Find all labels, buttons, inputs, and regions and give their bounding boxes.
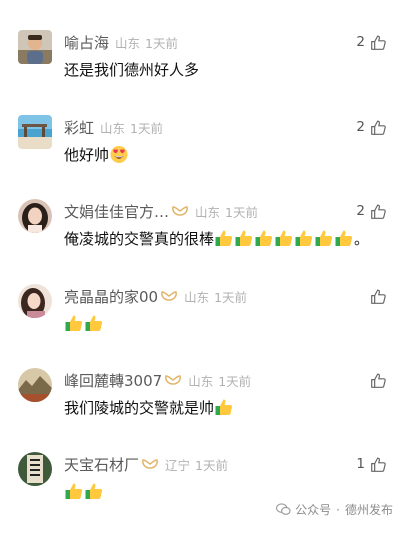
heart-eyes-emoji-icon (110, 146, 128, 163)
comment-tail: 。 (354, 229, 370, 248)
user-avatar[interactable] (18, 115, 52, 149)
region: 山东 (100, 120, 126, 136)
watermark-label: 公众号 (295, 503, 332, 517)
thumbs-up-emoji-icon (65, 483, 83, 499)
timestamp: 1天前 (218, 373, 252, 389)
fan-badge-icon (141, 458, 159, 470)
comment-text: 我们陵城的交警就是帅 (64, 395, 234, 419)
timestamp: 1天前 (130, 120, 163, 136)
comment-item: 喻占海 山东 1天前 还是我们德州好人多 2 (0, 30, 407, 114)
comment-text: 俺凌城的交警真的很棒 。 (64, 226, 369, 250)
thumbs-up-emoji-icon (215, 399, 233, 415)
comment-body: 还是我们德州好人多 (64, 60, 200, 79)
comment-body: 他好帅 (64, 145, 110, 164)
region: 山东 (195, 204, 221, 220)
comment-text (64, 311, 104, 335)
thumbs-up-icon (371, 457, 386, 472)
nickname[interactable]: 峰回麓轉3007 (64, 370, 162, 391)
comment-item: 峰回麓轉3007 山东 1天前 我们陵城的交警就是帅 (0, 368, 407, 452)
region: 辽宁 (165, 457, 191, 473)
fan-badge-icon (160, 290, 178, 302)
thumbs-up-emoji-icon (315, 230, 333, 246)
thumbs-up-emoji-icon (255, 230, 273, 246)
like-button[interactable] (370, 287, 387, 305)
thumbs-up-emoji-icon (295, 230, 313, 246)
region: 山东 (188, 373, 214, 389)
comment-item: 文娟佳佳官方… 山东 1天前 俺凌城的交警真的很棒 。 2 (0, 199, 407, 283)
like-button[interactable]: 1 (356, 455, 387, 473)
nickname[interactable]: 喻占海 (64, 32, 109, 53)
fan-badge-icon (171, 205, 189, 217)
like-count: 2 (356, 203, 365, 219)
nickname[interactable]: 彩虹 (64, 117, 94, 138)
thumbs-up-icon (371, 373, 386, 388)
comment-item: 天宝石材厂 辽宁 1天前 1 (0, 452, 407, 536)
comment-body: 俺凌城的交警真的很棒 (64, 229, 215, 248)
wechat-icon (276, 503, 291, 515)
user-avatar[interactable] (18, 368, 52, 402)
thumbs-up-emoji-icon (275, 230, 293, 246)
timestamp: 1天前 (214, 289, 248, 305)
like-button[interactable]: 2 (356, 202, 387, 220)
official-account-watermark: 公众号 · 德州发布 (276, 501, 393, 518)
thumbs-up-emoji-icon (235, 230, 253, 246)
thumbs-up-icon (371, 289, 386, 304)
user-avatar[interactable] (18, 452, 52, 486)
emoji-group (64, 313, 104, 333)
nickname[interactable]: 天宝石材厂 (64, 454, 139, 475)
thumbs-up-emoji-icon (215, 230, 233, 246)
like-count: 2 (356, 34, 365, 50)
emoji-group (214, 228, 354, 248)
user-avatar[interactable] (18, 199, 52, 233)
like-button[interactable]: 2 (356, 33, 387, 51)
comment-text: 他好帅 (64, 142, 129, 166)
like-count: 1 (356, 456, 365, 472)
comment-item: 亮晶晶的家00 山东 1天前 (0, 284, 407, 368)
like-button[interactable] (370, 371, 387, 389)
region: 山东 (184, 289, 210, 305)
thumbs-up-icon (371, 120, 386, 135)
user-avatar[interactable] (18, 284, 52, 318)
timestamp: 1天前 (145, 35, 178, 51)
fan-badge-icon (164, 374, 182, 386)
like-count: 2 (356, 119, 365, 135)
nickname[interactable]: 亮晶晶的家00 (64, 286, 158, 307)
comment-text (64, 479, 104, 503)
thumbs-up-icon (371, 204, 386, 219)
thumbs-up-emoji-icon (85, 483, 103, 499)
thumbs-up-emoji-icon (335, 230, 353, 246)
watermark-account: 德州发布 (344, 503, 393, 517)
comment-body: 我们陵城的交警就是帅 (64, 398, 215, 417)
comment-item: 彩虹 山东 1天前 他好帅 2 (0, 115, 407, 199)
user-avatar[interactable] (18, 30, 52, 64)
thumbs-up-emoji-icon (65, 315, 83, 331)
emoji-group (64, 481, 104, 501)
nickname[interactable]: 文娟佳佳官方… (64, 201, 169, 222)
watermark-separator: · (336, 502, 340, 517)
comment-text: 还是我们德州好人多 (64, 57, 199, 81)
timestamp: 1天前 (225, 204, 258, 220)
thumbs-up-icon (371, 35, 386, 50)
region: 山东 (115, 35, 141, 51)
thumbs-up-emoji-icon (85, 315, 103, 331)
like-button[interactable]: 2 (356, 118, 387, 136)
timestamp: 1天前 (195, 457, 228, 473)
